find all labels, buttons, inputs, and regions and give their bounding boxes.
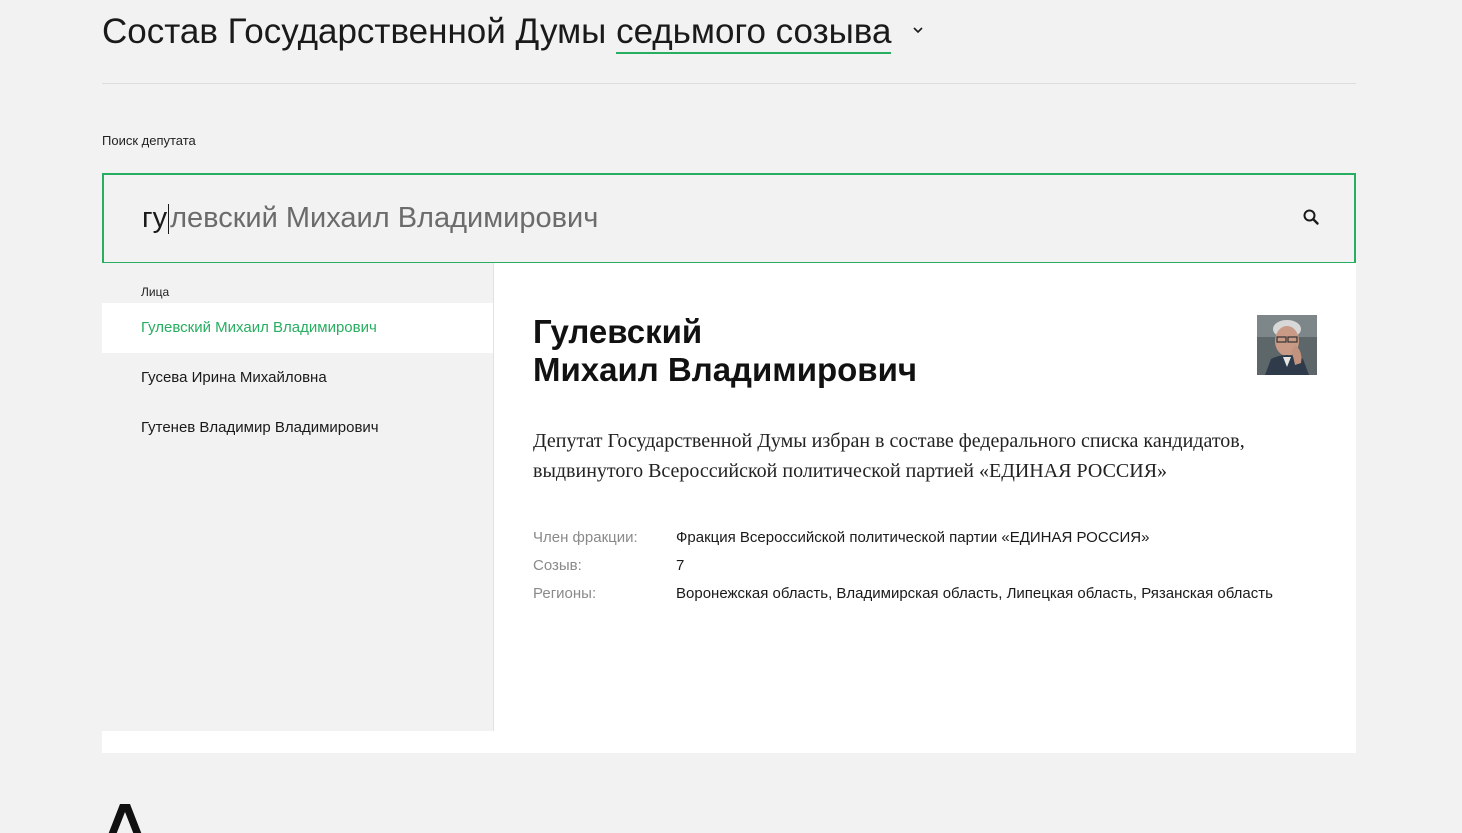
deputy-detail-card: Гулевский Михаил Владимирович Депутат Го… [533,263,1317,731]
search-typed-text: гу [142,202,168,234]
regions-value: Воронежская область, Владимирская област… [676,585,1273,602]
logo-letter-icon[interactable] [102,800,148,833]
deputy-portrait[interactable] [1257,315,1317,375]
search-icon[interactable] [1302,208,1320,226]
page: Состав Государственной Думы седьмого соз… [0,0,1462,833]
search-label: Поиск депутата [102,133,196,148]
text-caret [168,204,170,235]
faction-label: Член фракции: [533,529,638,546]
convocation-selector[interactable]: седьмого созыва [616,12,892,54]
regions-label: Регионы: [533,585,597,602]
result-item-gulevsky[interactable]: Гулевский Михаил Владимирович [102,303,493,353]
faction-value: Фракция Всероссийской политической парти… [676,529,1150,546]
deputy-surname: Гулевский [533,313,703,350]
logo-shape [108,804,142,833]
result-item-gutenev[interactable]: Гутенев Владимир Владимирович [102,403,493,453]
results-list: Лица Гулевский Михаил Владимирович Гусев… [102,263,494,731]
convocation-value: 7 [676,557,685,574]
deputy-description: Депутат Государственной Думы избран в со… [533,430,1245,482]
page-title-prefix: Состав Государственной Думы [102,12,607,51]
header-divider [102,83,1356,84]
search-autocomplete-suggestion: левский Михаил Владимирович [170,202,599,234]
convocation-selector-label: седьмого созыва [616,12,892,51]
portrait-image [1257,315,1317,375]
results-group-label: Лица [141,285,170,299]
search-results-panel: Лица Гулевский Михаил Владимирович Гусев… [102,263,1356,753]
deputy-name[interactable]: Гулевский Михаил Владимирович [533,313,917,389]
page-title: Состав Государственной Думы седьмого соз… [102,10,923,54]
result-item-guseva[interactable]: Гусева Ирина Михайловна [102,353,493,403]
deputy-given-names: Михаил Владимирович [533,351,918,388]
chevron-down-icon[interactable] [913,25,923,35]
convocation-label: Созыв: [533,557,582,574]
search-input[interactable]: гу левский Михаил Владимирович [102,173,1356,264]
search-input-text[interactable]: гу левский Михаил Владимирович [142,199,598,237]
